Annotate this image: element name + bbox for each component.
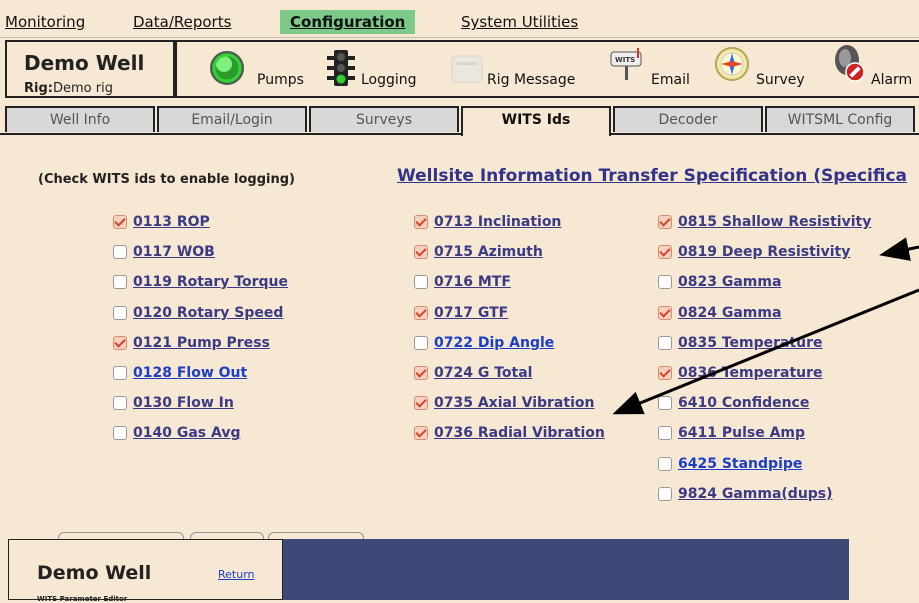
tab-surveys[interactable]: Surveys <box>309 106 459 132</box>
wits-spec-link[interactable]: Wellsite Information Transfer Specificat… <box>397 166 907 186</box>
tab-well-info[interactable]: Well Info <box>5 106 155 132</box>
wits-checkbox[interactable] <box>113 396 127 411</box>
top-menu-bar: Monitoring Data/Reports Configuration Sy… <box>0 0 919 38</box>
menu-monitoring[interactable]: Monitoring <box>5 12 85 32</box>
survey-label: Survey <box>756 72 805 88</box>
wits-checkbox[interactable] <box>414 305 428 320</box>
wits-id-link[interactable]: 6425 Standpipe <box>678 456 802 472</box>
logging-hint: (Check WITS ids to enable logging) <box>38 172 295 187</box>
overlay-window: Demo Well Return WITS Parameter Editor <box>8 539 283 603</box>
wits-checkbox[interactable] <box>658 335 672 350</box>
wits-id-link[interactable]: 0716 MTF <box>434 274 511 290</box>
tab-bar: Well Info Email/Login Surveys WITS Ids D… <box>0 106 919 136</box>
wits-id-link[interactable]: 6411 Pulse Amp <box>678 425 805 441</box>
tab-wits-ids[interactable]: WITS Ids <box>461 106 611 136</box>
wits-checkbox[interactable] <box>658 366 672 380</box>
wits-checkbox[interactable] <box>658 215 672 229</box>
toolbar: Pumps Logging Rig Message WITS Email Sur… <box>175 40 919 98</box>
wits-id-link[interactable]: 0722 Dip Angle <box>434 335 554 351</box>
logging-label: Logging <box>361 72 417 88</box>
wits-id-link[interactable]: 0113 ROP <box>133 214 210 230</box>
wits-checkbox[interactable] <box>113 426 127 441</box>
overlay-subtitle: WITS Parameter Editor <box>37 595 128 603</box>
rig-message-label: Rig Message <box>487 72 576 88</box>
tab-decoder[interactable]: Decoder <box>613 106 763 132</box>
wits-id-link[interactable]: 0824 Gamma <box>678 305 781 321</box>
wits-id-link[interactable]: 0717 GTF <box>434 305 508 321</box>
overlay-dark-panel <box>283 539 849 600</box>
wits-checkbox[interactable] <box>113 275 127 290</box>
rig-line: Rig:Demo rig <box>24 81 113 96</box>
wits-id-link[interactable]: 9824 Gamma(dups) <box>678 486 833 502</box>
wits-id-link[interactable]: 0715 Azimuth <box>434 244 543 260</box>
message-icon <box>451 55 483 83</box>
alarm-icon <box>835 45 865 82</box>
wits-checkbox[interactable] <box>658 305 672 320</box>
wits-id-link[interactable]: 0130 Flow In <box>133 395 234 411</box>
wits-checkbox[interactable] <box>414 215 428 229</box>
wits-id-link[interactable]: 0140 Gas Avg <box>133 425 240 441</box>
wits-id-link[interactable]: 0120 Rotary Speed <box>133 305 283 321</box>
alarm-button[interactable]: Alarm <box>827 42 919 96</box>
logging-button[interactable]: Logging <box>325 42 435 96</box>
pumps-button[interactable]: Pumps <box>207 42 317 96</box>
menu-configuration[interactable]: Configuration <box>280 10 416 34</box>
wits-checkbox[interactable] <box>113 305 127 320</box>
wits-checkbox[interactable] <box>414 426 428 441</box>
wits-id-link[interactable]: 0823 Gamma <box>678 274 781 290</box>
wits-checkbox[interactable] <box>414 245 428 260</box>
wits-id-link[interactable]: 0117 WOB <box>133 244 215 260</box>
wits-checkbox[interactable] <box>414 366 428 380</box>
overlay-title: Demo Well <box>37 562 152 584</box>
alarm-label: Alarm <box>871 72 913 88</box>
wits-checkbox[interactable] <box>658 486 672 501</box>
survey-button[interactable]: Survey <box>712 42 817 96</box>
wits-id-link[interactable]: 6410 Confidence <box>678 395 809 411</box>
wits-id-link[interactable]: 0713 Inclination <box>434 214 561 230</box>
pump-status-icon <box>210 51 244 85</box>
wits-id-link[interactable]: 0819 Deep Resistivity <box>678 244 850 260</box>
wits-checkbox[interactable] <box>658 245 672 260</box>
tab-underline-right <box>611 133 919 135</box>
menu-system-utilities[interactable]: System Utilities <box>461 12 578 32</box>
wits-checkbox[interactable] <box>658 396 672 411</box>
wits-id-link[interactable]: 0724 G Total <box>434 365 532 381</box>
mailbox-icon-text: WITS <box>615 56 635 64</box>
rig-message-button[interactable]: Rig Message <box>449 42 599 96</box>
wits-id-link[interactable]: 0736 Radial Vibration <box>434 425 605 441</box>
well-name: Demo Well <box>24 51 145 75</box>
traffic-light-icon <box>327 50 355 86</box>
return-link[interactable]: Return <box>218 568 255 581</box>
wits-id-link[interactable]: 0119 Rotary Torque <box>133 274 288 290</box>
arrow-deep-resistivity <box>879 237 919 261</box>
tab-underline-left <box>0 133 461 135</box>
email-button[interactable]: WITS Email <box>607 42 707 96</box>
wits-checkbox[interactable] <box>658 426 672 441</box>
tab-witsml-config[interactable]: WITSML Config <box>765 106 915 132</box>
rig-label: Rig: <box>24 81 53 96</box>
wits-id-link[interactable]: 0835 Temperature <box>678 335 823 351</box>
rig-value: Demo rig <box>52 81 113 96</box>
mailbox-icon: WITS <box>610 48 642 80</box>
wits-checkbox[interactable] <box>414 396 428 411</box>
wits-id-link[interactable]: 0836 Temperature <box>678 365 823 381</box>
menu-data-reports[interactable]: Data/Reports <box>133 12 231 32</box>
wits-checkbox[interactable] <box>113 215 127 229</box>
wits-id-link[interactable]: 0815 Shallow Resistivity <box>678 214 871 230</box>
well-header: Demo Well Rig:Demo rig <box>5 40 175 98</box>
wits-id-link[interactable]: 0121 Pump Press <box>133 335 270 351</box>
wits-checkbox[interactable] <box>658 456 672 471</box>
wits-checkbox[interactable] <box>414 275 428 290</box>
email-label: Email <box>651 72 690 88</box>
wits-checkbox[interactable] <box>113 335 127 350</box>
wits-id-link[interactable]: 0735 Axial Vibration <box>434 395 594 411</box>
pumps-label: Pumps <box>257 72 304 88</box>
compass-icon <box>715 47 749 81</box>
wits-checkbox[interactable] <box>113 366 127 380</box>
tab-email-login[interactable]: Email/Login <box>157 106 307 132</box>
wits-checkbox[interactable] <box>414 335 428 350</box>
wits-id-link[interactable]: 0128 Flow Out <box>133 365 247 381</box>
wits-checkbox[interactable] <box>113 245 127 260</box>
wits-checkbox[interactable] <box>658 275 672 290</box>
